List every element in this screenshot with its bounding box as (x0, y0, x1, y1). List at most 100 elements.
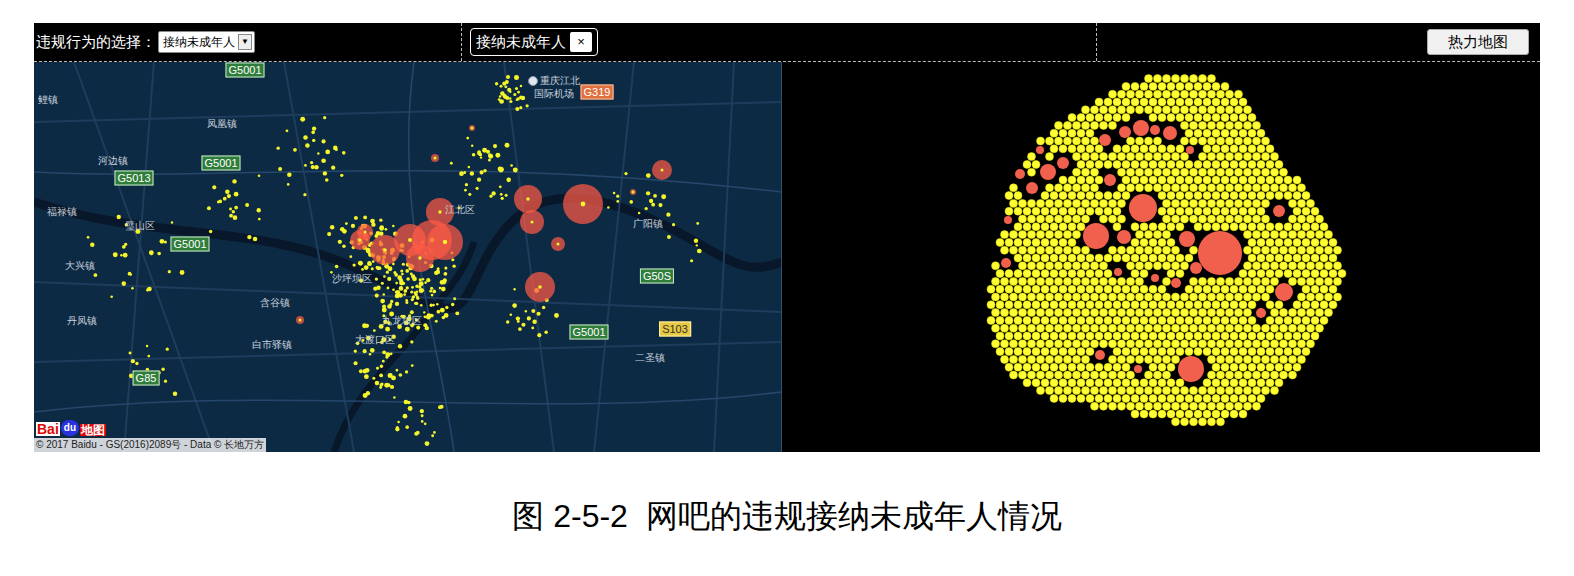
small-bubble (1037, 246, 1045, 254)
small-bubble (1194, 176, 1202, 184)
small-bubble (1199, 215, 1207, 223)
small-bubble (1068, 270, 1076, 278)
map-point (393, 271, 396, 274)
small-bubble (1208, 90, 1216, 98)
large-bubble[interactable] (1114, 268, 1122, 276)
hotspot[interactable] (563, 184, 603, 224)
heatmap-button[interactable]: 热力地图 (1427, 29, 1529, 55)
large-bubble[interactable] (1134, 365, 1142, 373)
small-bubble (1055, 137, 1063, 145)
bubble-panel[interactable] (782, 62, 1540, 452)
small-bubble (1293, 192, 1301, 200)
hotspot[interactable] (406, 244, 434, 272)
small-bubble (1118, 153, 1126, 161)
small-bubble (1235, 215, 1243, 223)
small-bubble (1280, 324, 1288, 332)
map-point (124, 243, 127, 246)
hotspot[interactable] (469, 125, 475, 131)
large-bubble[interactable] (1015, 169, 1025, 179)
large-bubble[interactable] (1198, 231, 1242, 275)
small-bubble (1194, 129, 1202, 137)
large-bubble[interactable] (1099, 134, 1111, 146)
small-bubble (1208, 277, 1216, 285)
small-bubble (1073, 340, 1081, 348)
large-bubble[interactable] (1179, 231, 1195, 247)
small-bubble (1199, 106, 1207, 114)
large-bubble[interactable] (1119, 126, 1131, 138)
large-bubble[interactable] (1275, 283, 1293, 301)
large-bubble[interactable] (1001, 258, 1011, 268)
small-bubble (1226, 168, 1234, 176)
large-bubble[interactable] (1026, 182, 1038, 194)
large-bubble[interactable] (1117, 230, 1131, 244)
large-bubble[interactable] (1057, 157, 1069, 169)
small-bubble (1055, 246, 1063, 254)
map-point (149, 250, 154, 255)
small-bubble (1050, 223, 1058, 231)
filter-tag[interactable]: 接纳未成年人× (470, 28, 598, 56)
large-bubble[interactable] (1004, 216, 1012, 224)
large-bubble[interactable] (1273, 205, 1285, 217)
map-panel[interactable]: 鲤镇G5001重庆江北国际机场G319凤凰镇河边镇G5001G5013福禄镇璧山… (34, 62, 782, 452)
large-bubble[interactable] (1190, 262, 1202, 274)
small-bubble (1293, 363, 1301, 371)
large-bubble[interactable] (1095, 350, 1105, 360)
map-point (352, 263, 355, 266)
map-point (439, 287, 442, 290)
small-bubble (1050, 394, 1058, 402)
large-bubble[interactable] (1256, 308, 1266, 318)
map-point (694, 239, 698, 243)
large-bubble[interactable] (1133, 120, 1149, 136)
small-bubble (1118, 168, 1126, 176)
large-bubble[interactable] (1040, 164, 1056, 180)
large-bubble[interactable] (1104, 174, 1116, 186)
large-bubble[interactable] (1171, 278, 1181, 288)
hotspot[interactable] (630, 189, 636, 195)
small-bubble (1158, 348, 1166, 356)
large-bubble[interactable] (1151, 274, 1159, 282)
hotspot[interactable] (357, 224, 373, 240)
small-bubble (1257, 223, 1265, 231)
small-bubble (1167, 394, 1175, 402)
hotspot[interactable] (652, 160, 672, 180)
filter-select[interactable]: 接纳未成年人▼ (158, 31, 255, 53)
hotspot[interactable] (370, 235, 400, 265)
map-point (120, 254, 123, 257)
map-point (527, 316, 531, 320)
small-bubble (1226, 106, 1234, 114)
small-bubble (1077, 348, 1085, 356)
map-point (486, 150, 490, 154)
large-bubble[interactable] (1186, 146, 1194, 154)
map-point (385, 327, 390, 332)
small-bubble (1118, 355, 1126, 363)
small-bubble (1239, 348, 1247, 356)
small-bubble (1190, 75, 1198, 83)
map-point (361, 268, 364, 271)
large-bubble[interactable] (1163, 126, 1177, 140)
hotspot[interactable] (520, 210, 544, 234)
dropdown-arrow-icon[interactable]: ▼ (238, 34, 252, 50)
large-bubble[interactable] (1083, 223, 1109, 249)
hotspot[interactable] (514, 185, 542, 213)
small-bubble (1329, 285, 1337, 293)
small-bubble (1203, 129, 1211, 137)
map-point (432, 290, 436, 294)
small-bubble (1167, 223, 1175, 231)
tag-close[interactable]: × (570, 32, 592, 52)
hotspot[interactable] (551, 237, 565, 251)
large-bubble[interactable] (1178, 356, 1204, 382)
small-bubble (1055, 324, 1063, 332)
large-bubble[interactable] (1036, 146, 1044, 154)
small-bubble (1145, 309, 1153, 317)
small-bubble (1082, 355, 1090, 363)
small-bubble (1320, 270, 1328, 278)
map-point (437, 267, 440, 270)
small-bubble (1077, 114, 1085, 122)
hotspot[interactable] (525, 272, 555, 302)
hotspot[interactable] (431, 154, 439, 162)
hotspot[interactable] (296, 316, 304, 324)
small-bubble (1185, 285, 1193, 293)
small-bubble (1014, 285, 1022, 293)
large-bubble[interactable] (1150, 125, 1160, 135)
large-bubble[interactable] (1129, 194, 1157, 222)
